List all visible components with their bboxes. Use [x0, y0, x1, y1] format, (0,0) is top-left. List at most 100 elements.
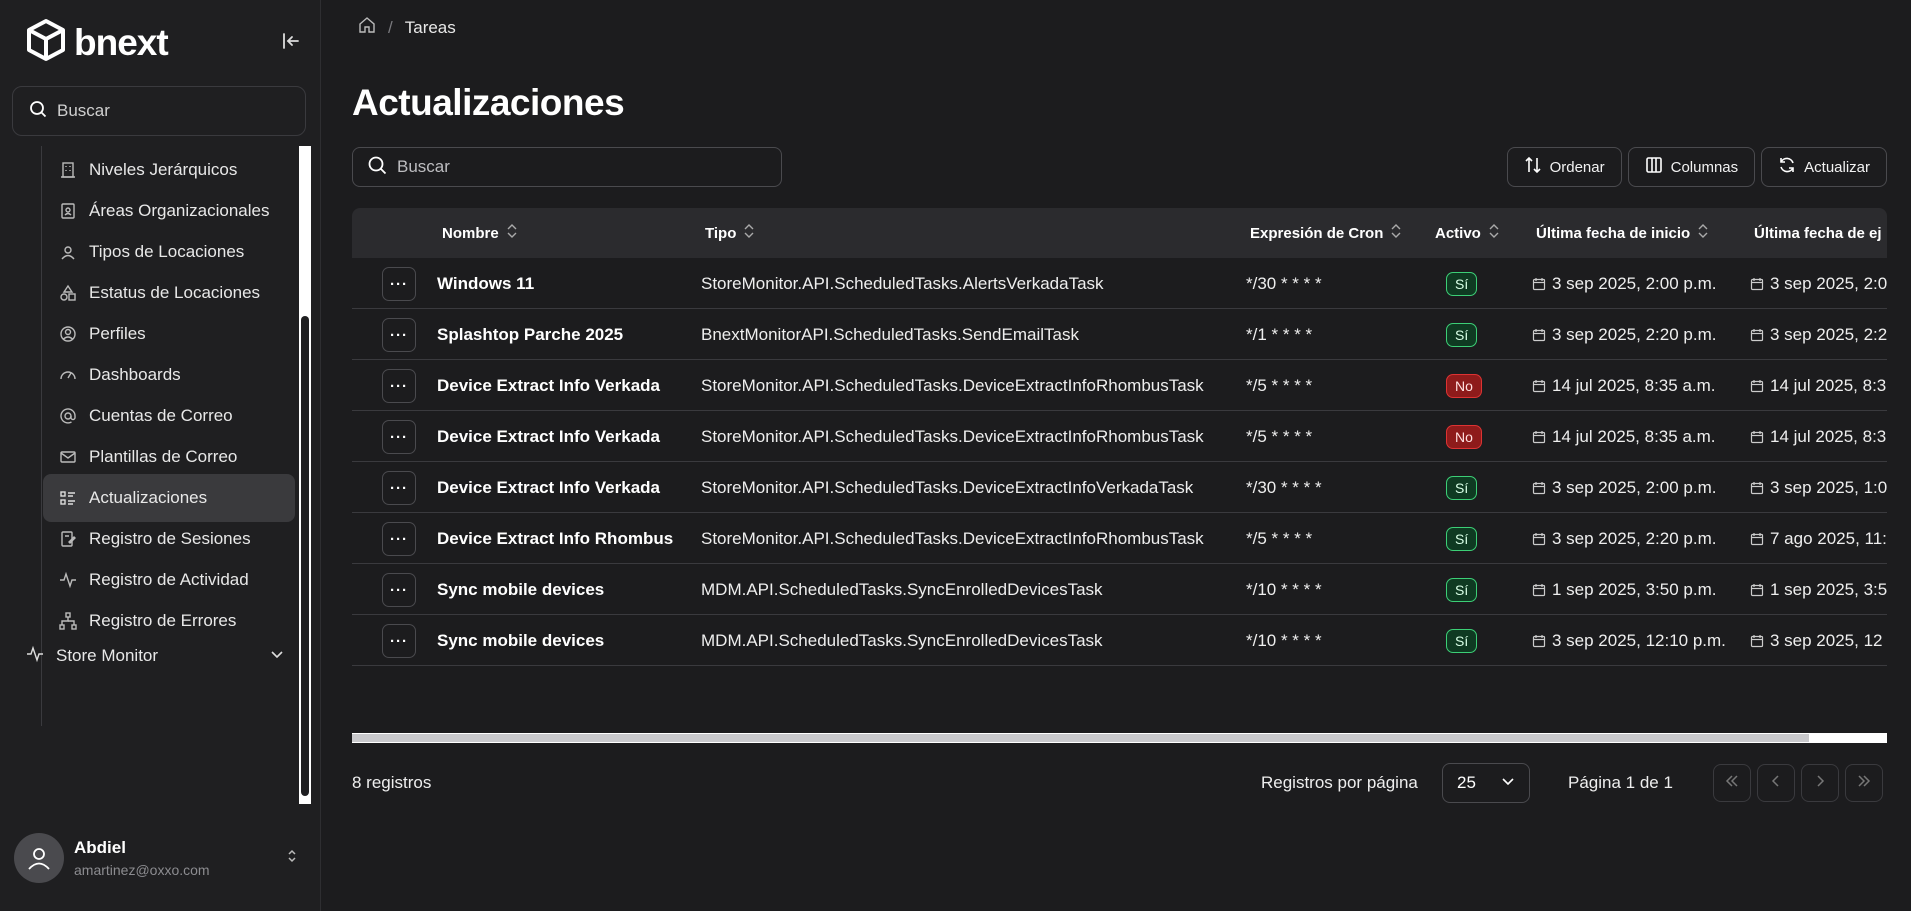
table-header: Nombre Tipo Expresión de Cron Activo Últ… — [352, 208, 1887, 258]
calendar-icon — [1532, 277, 1546, 291]
at-sign-icon — [59, 407, 77, 425]
cell-last-start: 3 sep 2025, 2:00 p.m. — [1532, 258, 1716, 309]
cell-last-start-value: 3 sep 2025, 2:00 p.m. — [1552, 273, 1717, 293]
column-header-active[interactable]: Activo — [1435, 208, 1499, 258]
cell-cron: */1 * * * * — [1246, 324, 1313, 344]
cell-last-start: 1 sep 2025, 3:50 p.m. — [1532, 564, 1716, 615]
table-search-input[interactable] — [397, 157, 757, 177]
sidebar-scrollbar[interactable] — [299, 146, 311, 804]
column-header-name[interactable]: Nombre — [442, 208, 517, 258]
cell-last-exec-value: 3 sep 2025, 1:0 — [1770, 477, 1887, 497]
cell-last-start-value: 3 sep 2025, 12:10 p.m. — [1552, 630, 1726, 650]
table-row[interactable]: ··· Sync mobile devices MDM.API.ScheduledT… — [352, 564, 1887, 615]
row-actions-button[interactable]: ··· — [382, 369, 416, 403]
cell-active: No — [1446, 360, 1482, 411]
previous-page-button[interactable] — [1757, 764, 1795, 802]
chevrons-right-icon — [1857, 774, 1871, 793]
cell-active: Sí — [1446, 462, 1478, 513]
refresh-button-label: Actualizar — [1804, 158, 1870, 176]
chevron-left-icon — [1769, 774, 1783, 793]
table-search[interactable] — [352, 147, 782, 187]
collapse-sidebar-button[interactable] — [278, 28, 304, 54]
calendar-icon — [1750, 328, 1764, 342]
user-menu[interactable]: Abdiel amartinez@oxxo.com — [14, 830, 304, 886]
table-horizontal-scrollbar[interactable] — [352, 733, 1887, 743]
table-row[interactable]: ··· Device Extract Info Rhombus StoreMonit… — [352, 513, 1887, 564]
sidebar-item-label: Registro de Errores — [89, 611, 237, 630]
cell-last-exec: 3 sep 2025, 2:0 — [1750, 258, 1887, 309]
columns-button-label: Columnas — [1670, 158, 1739, 176]
row-actions-button[interactable]: ··· — [382, 318, 416, 352]
calendar-icon — [1750, 634, 1764, 648]
table-row[interactable]: ··· Device Extract Info Verkada StoreMonit… — [352, 462, 1887, 513]
row-actions-button[interactable]: ··· — [382, 573, 416, 607]
status-shapes-icon — [59, 284, 77, 302]
cell-last-start-value: 1 sep 2025, 3:50 p.m. — [1552, 579, 1717, 599]
user-circle-icon — [59, 325, 77, 343]
table-row[interactable]: ··· Windows 11 StoreMonitor.API.ScheduledT… — [352, 258, 1887, 309]
cell-active: Sí — [1446, 564, 1478, 615]
refresh-button[interactable]: Actualizar — [1761, 147, 1887, 187]
table-scrollbar-thumb[interactable] — [352, 734, 1809, 742]
cell-last-start-value: 3 sep 2025, 2:20 p.m. — [1552, 324, 1717, 344]
row-actions-button[interactable]: ··· — [382, 471, 416, 505]
mail-icon — [59, 448, 77, 466]
columns-button[interactable]: Columnas — [1627, 147, 1756, 187]
sidebar-nav[interactable]: Niveles Jerárquicos Áreas Organizacional… — [12, 146, 312, 804]
last-page-button[interactable] — [1845, 764, 1883, 802]
table-row[interactable]: ··· Device Extract Info Verkada StoreMonit… — [352, 360, 1887, 411]
cell-type: StoreMonitor.API.ScheduledTasks.AlertsVe… — [701, 273, 1104, 293]
row-actions-button[interactable]: ··· — [382, 267, 416, 301]
per-page-select[interactable]: 25 — [1442, 763, 1530, 803]
sidebar-search-input[interactable] — [57, 101, 277, 121]
calendar-icon — [1750, 430, 1764, 444]
status-badge: No — [1446, 424, 1482, 449]
cell-last-start: 14 jul 2025, 8:35 a.m. — [1532, 360, 1716, 411]
table-row[interactable]: ··· Device Extract Info Verkada StoreMonit… — [352, 411, 1887, 462]
row-actions-button[interactable]: ··· — [382, 624, 416, 658]
column-header-last-start[interactable]: Última fecha de inicio — [1536, 208, 1708, 258]
cell-type: BnextMonitorAPI.ScheduledTasks.SendEmail… — [701, 324, 1079, 344]
breadcrumb-current[interactable]: Tareas — [405, 18, 456, 38]
home-icon[interactable] — [358, 16, 376, 39]
refresh-icon — [1778, 156, 1796, 178]
cell-last-start-value: 14 jul 2025, 8:35 a.m. — [1552, 375, 1716, 395]
cell-name: Device Extract Info Verkada — [437, 477, 661, 497]
calendar-icon — [1532, 430, 1546, 444]
per-page-value: 25 — [1457, 773, 1476, 792]
brand-logo[interactable]: bnext — [24, 18, 169, 67]
cell-last-exec: 3 sep 2025, 2:2 — [1750, 309, 1887, 360]
status-badge: Sí — [1446, 322, 1478, 347]
sidebar-item-label: Tipos de Locaciones — [89, 242, 245, 261]
sort-chevrons-icon — [1698, 224, 1708, 242]
chevrons-up-down-icon — [286, 848, 298, 869]
row-actions-button[interactable]: ··· — [382, 420, 416, 454]
sidebar-item-label: Registro de Actividad — [89, 570, 249, 589]
breadcrumb: / Tareas — [358, 16, 456, 39]
sidebar-search[interactable] — [12, 86, 306, 136]
first-page-button[interactable] — [1713, 764, 1751, 802]
sidebar-scrollbar-thumb[interactable] — [301, 316, 309, 796]
sidebar-item-store-monitor[interactable]: Store Monitor — [26, 636, 294, 676]
sort-chevrons-icon — [1391, 224, 1401, 242]
column-header-type[interactable]: Tipo — [705, 208, 754, 258]
column-header-cron[interactable]: Expresión de Cron — [1250, 208, 1401, 258]
cell-active: No — [1446, 411, 1482, 462]
sort-button[interactable]: Ordenar — [1506, 147, 1622, 187]
network-icon — [59, 612, 77, 630]
chevrons-left-icon — [1725, 774, 1739, 793]
column-header-last-exec[interactable]: Última fecha de ej — [1754, 208, 1882, 258]
cell-cron: */5 * * * * — [1246, 375, 1313, 395]
row-actions-button[interactable]: ··· — [382, 522, 416, 556]
calendar-icon — [1750, 532, 1764, 546]
cell-last-exec-value: 3 sep 2025, 2:0 — [1770, 273, 1887, 293]
page-title: Actualizaciones — [352, 82, 625, 123]
next-page-button[interactable] — [1801, 764, 1839, 802]
table-row[interactable]: ··· Splashtop Parche 2025 BnextMonitorAPI.… — [352, 309, 1887, 360]
cell-last-exec-value: 1 sep 2025, 3:5 — [1770, 579, 1887, 599]
sidebar-item-label: Perfiles — [89, 324, 146, 343]
chevron-right-icon — [1813, 774, 1827, 793]
table-row[interactable]: ··· Sync mobile devices MDM.API.ScheduledT… — [352, 615, 1887, 666]
status-badge: Sí — [1446, 271, 1478, 296]
column-header-label: Última fecha de ej — [1754, 224, 1882, 242]
